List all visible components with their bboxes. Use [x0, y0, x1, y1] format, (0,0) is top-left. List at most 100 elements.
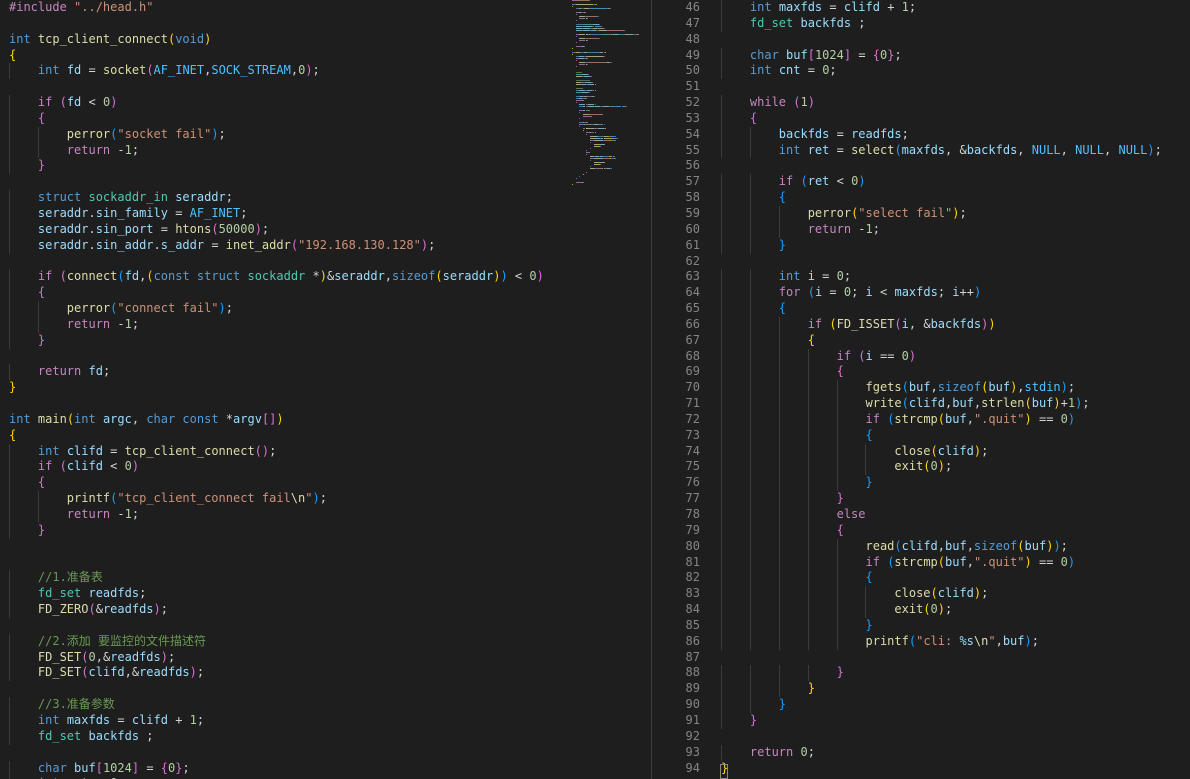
code-line[interactable]: }: [9, 380, 544, 396]
code-line[interactable]: 78 else: [652, 507, 1190, 523]
code-line[interactable]: 80 read(clifd,buf,sizeof(buf));: [652, 538, 1190, 555]
code-line[interactable]: [9, 254, 544, 270]
code-line[interactable]: 59 perror("select fail");: [652, 205, 1190, 222]
code-line[interactable]: //2.添加 要监控的文件描述符: [9, 633, 544, 650]
code-line[interactable]: 62: [652, 254, 1190, 270]
code-line[interactable]: [9, 16, 544, 32]
code-line[interactable]: seraddr.sin_addr.s_addr = inet_addr("192…: [9, 237, 544, 254]
code-line[interactable]: 51: [652, 79, 1190, 95]
code-line[interactable]: int clifd = tcp_client_connect();: [9, 443, 544, 460]
code-line[interactable]: 46 int maxfds = clifd + 1;: [652, 0, 1190, 16]
code-line[interactable]: 74 close(clifd);: [652, 443, 1190, 460]
code-line[interactable]: 69 {: [652, 364, 1190, 381]
code-line[interactable]: {: [9, 475, 544, 492]
code-line[interactable]: 94}: [652, 761, 1190, 777]
code-line[interactable]: FD_SET(0,&readfds);: [9, 649, 544, 666]
code-line[interactable]: 60 return -1;: [652, 221, 1190, 238]
code-line[interactable]: [9, 539, 544, 555]
code-line[interactable]: 53 {: [652, 110, 1190, 127]
code-line[interactable]: int main(int argc, char const *argv[]): [9, 412, 544, 428]
code-line[interactable]: 50 int cnt = 0;: [652, 63, 1190, 80]
code-line[interactable]: 70 fgets(buf,sizeof(buf),stdin);: [652, 380, 1190, 397]
code-line[interactable]: 81 if (strcmp(buf,".quit") == 0): [652, 554, 1190, 571]
code-line[interactable]: 93 return 0;: [652, 744, 1190, 761]
code-line[interactable]: }: [9, 158, 544, 175]
code-line[interactable]: {: [9, 428, 544, 444]
code-line[interactable]: 76 }: [652, 475, 1190, 492]
code-line[interactable]: FD_ZERO(&readfds);: [9, 602, 544, 618]
code-line[interactable]: 91 }: [652, 712, 1190, 729]
code-line[interactable]: if (fd < 0): [9, 95, 544, 111]
code-line[interactable]: 52 while (1): [652, 95, 1190, 111]
code-line[interactable]: 90 }: [652, 697, 1190, 713]
vertical-scrollbar[interactable]: [640, 0, 650, 779]
code-line[interactable]: 92: [652, 729, 1190, 745]
code-line[interactable]: 48: [652, 32, 1190, 48]
code-line[interactable]: 87: [652, 650, 1190, 666]
code-line[interactable]: 85 }: [652, 617, 1190, 634]
code-line[interactable]: 54 backfds = readfds;: [652, 126, 1190, 143]
code-line[interactable]: {: [9, 110, 544, 127]
code-line[interactable]: seraddr.sin_port = htons(50000);: [9, 221, 544, 238]
code-line[interactable]: 61 }: [652, 237, 1190, 254]
code-line[interactable]: [9, 396, 544, 412]
code-line[interactable]: 88 }: [652, 665, 1190, 682]
code-line[interactable]: 77 }: [652, 491, 1190, 507]
code-line[interactable]: 65 {: [652, 301, 1190, 317]
minimap[interactable]: [572, 0, 650, 190]
code-line[interactable]: #include "../head.h": [9, 0, 544, 16]
code-line[interactable]: char buf[1024] = {0};: [9, 760, 544, 777]
editor-pane-left[interactable]: #include "../head.h" int tcp_client_conne…: [0, 0, 651, 779]
code-line[interactable]: 71 write(clifd,buf,strlen(buf)+1);: [652, 396, 1190, 412]
code-line[interactable]: 49 char buf[1024] = {0};: [652, 47, 1190, 64]
code-line[interactable]: [9, 174, 544, 190]
code-line[interactable]: 86 printf("cli: %s\n",buf);: [652, 633, 1190, 650]
editor-pane-right[interactable]: 46 int maxfds = clifd + 1; 47 fd_set back…: [652, 0, 1190, 779]
code-line[interactable]: perror("socket fail");: [9, 126, 544, 143]
code-line[interactable]: return -1;: [9, 316, 544, 333]
code-line[interactable]: //3.准备参数: [9, 697, 544, 713]
code-line[interactable]: 75 exit(0);: [652, 459, 1190, 476]
code-line[interactable]: return -1;: [9, 507, 544, 523]
code-line[interactable]: //1.准备表: [9, 570, 544, 587]
code-line[interactable]: FD_SET(clifd,&readfds);: [9, 665, 544, 682]
code-line[interactable]: 79 {: [652, 522, 1190, 539]
code-area-right[interactable]: 46 int maxfds = clifd + 1; 47 fd_set back…: [652, 0, 1190, 776]
code-line[interactable]: 67 {: [652, 332, 1190, 349]
code-line[interactable]: 73 {: [652, 427, 1190, 444]
code-line[interactable]: perror("connect fail");: [9, 301, 544, 317]
code-line[interactable]: 66 if (FD_ISSET(i, &backfds)): [652, 316, 1190, 333]
code-line[interactable]: fd_set backfds ;: [9, 728, 544, 745]
code-line[interactable]: 68 if (i == 0): [652, 348, 1190, 365]
code-line[interactable]: {: [9, 285, 544, 302]
code-line[interactable]: int maxfds = clifd + 1;: [9, 712, 544, 729]
code-line[interactable]: 58 {: [652, 190, 1190, 206]
code-line[interactable]: }: [9, 522, 544, 539]
code-line[interactable]: if (clifd < 0): [9, 459, 544, 476]
code-line[interactable]: fd_set readfds;: [9, 586, 544, 603]
code-line[interactable]: 84 exit(0);: [652, 602, 1190, 618]
code-line[interactable]: [9, 555, 544, 571]
code-line[interactable]: }: [9, 332, 544, 349]
code-line[interactable]: int tcp_client_connect(void): [9, 32, 544, 48]
code-line[interactable]: 63 int i = 0;: [652, 269, 1190, 286]
code-line[interactable]: {: [9, 48, 544, 64]
code-line[interactable]: [9, 618, 544, 634]
code-line[interactable]: printf("tcp_client_connect fail\n");: [9, 491, 544, 507]
code-line[interactable]: [9, 745, 544, 761]
code-line[interactable]: 57 if (ret < 0): [652, 174, 1190, 191]
code-line[interactable]: int fd = socket(AF_INET,SOCK_STREAM,0);: [9, 63, 544, 80]
code-line[interactable]: 72 if (strcmp(buf,".quit") == 0): [652, 411, 1190, 428]
code-line[interactable]: return fd;: [9, 364, 544, 381]
code-line[interactable]: struct sockaddr_in seraddr;: [9, 190, 544, 206]
code-line[interactable]: 82 {: [652, 570, 1190, 587]
code-line[interactable]: 47 fd_set backfds ;: [652, 15, 1190, 32]
code-line[interactable]: 64 for (i = 0; i < maxfds; i++): [652, 285, 1190, 302]
code-line[interactable]: return -1;: [9, 142, 544, 159]
code-line[interactable]: 56: [652, 158, 1190, 174]
code-line[interactable]: [9, 79, 544, 95]
code-line[interactable]: [9, 681, 544, 697]
code-line[interactable]: 89 }: [652, 681, 1190, 698]
code-line[interactable]: seraddr.sin_family = AF_INET;: [9, 205, 544, 222]
code-area-left[interactable]: #include "../head.h" int tcp_client_conne…: [9, 0, 544, 779]
